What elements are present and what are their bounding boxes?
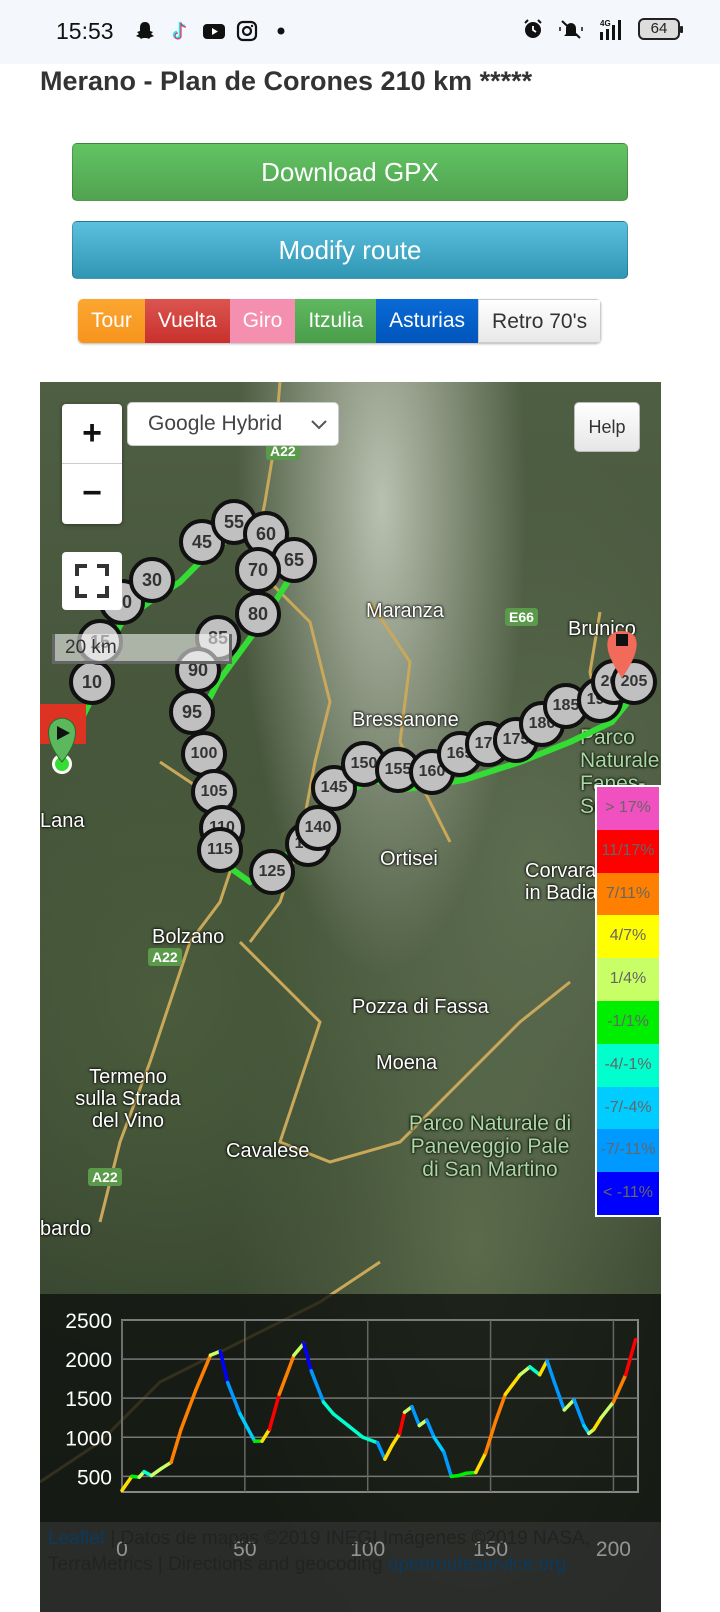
km-marker[interactable]: 10: [69, 659, 115, 705]
elevation-segment: [277, 1353, 296, 1397]
legend-item: -1/1%: [597, 1000, 659, 1044]
layer-select-value: Google Hybrid: [148, 412, 283, 435]
elevation-segment: [424, 1418, 436, 1440]
attribution-text-2: TerraMetrics | Directions and geocoding: [48, 1554, 388, 1575]
elevation-segment: [503, 1372, 522, 1397]
elevation-segment: [432, 1435, 446, 1454]
leaflet-link[interactable]: Leaflet: [48, 1528, 105, 1549]
elevation-segment: [321, 1400, 336, 1416]
page-title: Merano - Plan de Corones 210 km *****: [40, 66, 533, 96]
youtube-icon: [202, 20, 225, 42]
legend-item: 7/11%: [597, 872, 659, 916]
style-itzulia-button[interactable]: Itzulia: [295, 299, 377, 343]
km-marker[interactable]: 80: [235, 591, 281, 637]
elevation-segment: [572, 1397, 586, 1428]
legend-item: -7/-11%: [597, 1129, 659, 1173]
elevation-segment: [383, 1443, 395, 1461]
style-giro-button[interactable]: Giro: [229, 299, 296, 343]
style-tour-button[interactable]: Tour: [78, 299, 145, 343]
elevation-segment: [309, 1369, 326, 1404]
km-marker[interactable]: 115: [197, 827, 243, 873]
help-button[interactable]: Help: [574, 402, 640, 452]
km-marker[interactable]: 95: [169, 689, 215, 735]
elevation-segment: [623, 1337, 638, 1377]
legend-item: 11/17%: [597, 829, 659, 873]
style-selector: Tour Vuelta Giro Itzulia Asturias Retro …: [78, 299, 602, 343]
svg-text:4G: 4G: [600, 19, 611, 28]
km-marker[interactable]: 30: [129, 557, 175, 603]
legend-item: < -11%: [597, 1172, 659, 1215]
map-attribution: Leaflet | Datos de mapas ©2019 INEGI Imá…: [40, 1522, 661, 1612]
zoom-control: + −: [62, 404, 122, 524]
y-tick-label: 2000: [65, 1349, 112, 1372]
status-bar: 15:53 4G 64: [0, 0, 720, 64]
signal-icon: 4G: [594, 18, 624, 40]
clock: 15:53: [56, 18, 114, 44]
elevation-segment: [397, 1410, 407, 1436]
zoom-in-button[interactable]: +: [62, 404, 122, 464]
elevation-segment: [361, 1435, 380, 1445]
zoom-out-button[interactable]: −: [62, 464, 122, 524]
elevation-segment: [552, 1380, 567, 1412]
elevation-segment: [375, 1440, 387, 1461]
y-tick-label: 500: [77, 1466, 112, 1489]
elevation-segment: [149, 1466, 164, 1478]
elevation-segment: [267, 1392, 282, 1432]
elevation-segment: [599, 1400, 616, 1420]
elevation-segment: [518, 1365, 532, 1377]
y-tick-label: 1500: [65, 1388, 112, 1411]
legend-item: 1/4%: [597, 958, 659, 1001]
modify-route-button[interactable]: Modify route: [72, 221, 628, 279]
elevation-segment: [260, 1427, 272, 1443]
km-marker[interactable]: 140: [295, 805, 341, 851]
gradient-legend: > 17% 11/17% 7/11% 4/7% 1/4% -1/1% -4/-1% -7/-4…: [595, 785, 661, 1217]
style-vuelta-button[interactable]: Vuelta: [144, 299, 230, 343]
legend-item: > 17%: [597, 787, 659, 830]
plot-frame: [121, 1319, 639, 1493]
fullscreen-icon: [75, 564, 109, 598]
openrouteservice-link[interactable]: openrouteservice.org: [388, 1554, 567, 1575]
legend-item: 4/7%: [597, 915, 659, 959]
elevation-segment: [120, 1474, 134, 1493]
style-retro-button[interactable]: Retro 70's: [478, 299, 602, 343]
battery-indicator: 64: [638, 18, 683, 40]
fullscreen-button[interactable]: [62, 552, 122, 610]
elevation-segment: [474, 1451, 488, 1475]
km-marker[interactable]: 70: [235, 547, 281, 593]
legend-item: -4/-1%: [597, 1043, 659, 1087]
attribution-text: | Datos de mapas ©2019 INEGI Imágenes ©2…: [105, 1528, 591, 1549]
elevation-segment: [562, 1397, 576, 1412]
alarm-icon: [522, 18, 544, 40]
scale-bar: 20 km: [52, 634, 232, 664]
elevation-segment: [410, 1405, 422, 1428]
elevation-segment: [179, 1388, 198, 1432]
end-pin-icon[interactable]: [604, 622, 644, 682]
elevation-segment: [218, 1349, 230, 1385]
tiktok-icon: [168, 20, 190, 42]
elevation-segment: [193, 1353, 213, 1393]
style-asturias-button[interactable]: Asturias: [376, 299, 479, 343]
elevation-segment: [390, 1431, 402, 1447]
y-tick-label: 1000: [65, 1427, 112, 1450]
legend-item: -7/-4%: [597, 1086, 659, 1130]
chevron-down-icon: [310, 403, 328, 460]
elevation-segment: [346, 1423, 365, 1440]
elevation-segment: [442, 1450, 454, 1479]
elevation-segment: [169, 1427, 183, 1465]
elevation-segment: [292, 1341, 306, 1357]
elevation-segment: [545, 1358, 557, 1385]
download-gpx-button[interactable]: Download GPX: [72, 143, 628, 201]
start-pin-icon[interactable]: [40, 700, 90, 780]
elevation-segment: [302, 1341, 313, 1373]
mute-icon: [558, 18, 583, 40]
elevation-segment: [331, 1412, 350, 1428]
instagram-icon: [236, 20, 258, 42]
elevation-segment: [528, 1365, 542, 1377]
dot-icon: [270, 20, 292, 42]
route-map[interactable]: Vipiteno Maranza Brunico Bressanone Lana…: [40, 382, 661, 1612]
y-tick-label: 2500: [65, 1310, 112, 1333]
snapchat-icon: [134, 20, 156, 42]
elevation-segment: [592, 1415, 603, 1432]
layer-select[interactable]: Google Hybrid: [127, 402, 339, 446]
